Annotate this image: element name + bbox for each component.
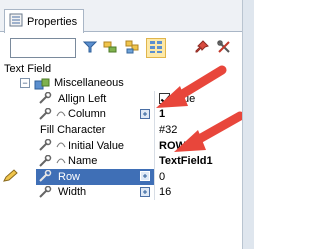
property-name: Allign Left — [58, 92, 107, 105]
properties-window: Properties Text Field − Miscellaneous Al… — [0, 0, 254, 249]
grid-view-icon — [149, 40, 163, 57]
tab-label: Properties — [27, 15, 78, 28]
tools-button[interactable] — [214, 38, 234, 58]
property-value: 16 — [159, 186, 172, 199]
category-label: Miscellaneous — [54, 77, 124, 89]
tab-strip: Properties — [0, 0, 242, 33]
search-input[interactable] — [10, 38, 76, 58]
binding-icon — [56, 108, 66, 121]
pin-icon — [194, 39, 210, 58]
filter-icon — [82, 39, 98, 58]
property-icon — [38, 170, 56, 183]
collapse-icon[interactable]: − — [20, 78, 30, 88]
property-name: Name — [68, 155, 98, 168]
properties-toolbar — [0, 33, 242, 63]
filter-button[interactable] — [80, 38, 100, 58]
binding-icon — [56, 139, 66, 152]
property-row-width[interactable]: Width 16 — [18, 184, 242, 201]
property-icon — [38, 185, 56, 199]
property-icon — [38, 92, 56, 105]
property-name: Row — [58, 170, 81, 183]
properties-icon — [9, 13, 23, 30]
property-name: Initial Value — [68, 139, 125, 152]
property-row-row[interactable]: Row 0 — [3, 168, 242, 185]
alphabetical-button[interactable] — [122, 38, 142, 58]
annotation-arrow-1 — [156, 65, 227, 108]
property-name: Width — [58, 186, 87, 199]
property-icon — [38, 138, 56, 152]
selected-object-label: Text Field — [4, 63, 52, 75]
property-name: Fill Character — [40, 123, 106, 136]
expression-icon[interactable] — [140, 170, 150, 184]
categorized-icon — [102, 39, 118, 58]
property-icon — [38, 154, 56, 168]
property-pages-button[interactable] — [146, 38, 166, 58]
property-name: Column — [68, 108, 106, 121]
expression-icon[interactable] — [140, 108, 150, 122]
expression-icon[interactable] — [140, 186, 150, 200]
right-edge-panel — [242, 0, 254, 249]
tab-properties[interactable]: Properties — [4, 9, 84, 33]
edit-pencil-icon — [2, 169, 20, 186]
binding-icon — [56, 155, 66, 168]
pin-button[interactable] — [192, 38, 212, 58]
categorized-button[interactable] — [100, 38, 120, 58]
wrench-icon — [216, 39, 232, 58]
grid-margin — [0, 76, 18, 249]
annotation-arrow-2 — [174, 111, 245, 152]
alphabetical-icon — [124, 39, 140, 58]
property-icon — [38, 107, 56, 121]
property-value: 0 — [159, 170, 166, 183]
